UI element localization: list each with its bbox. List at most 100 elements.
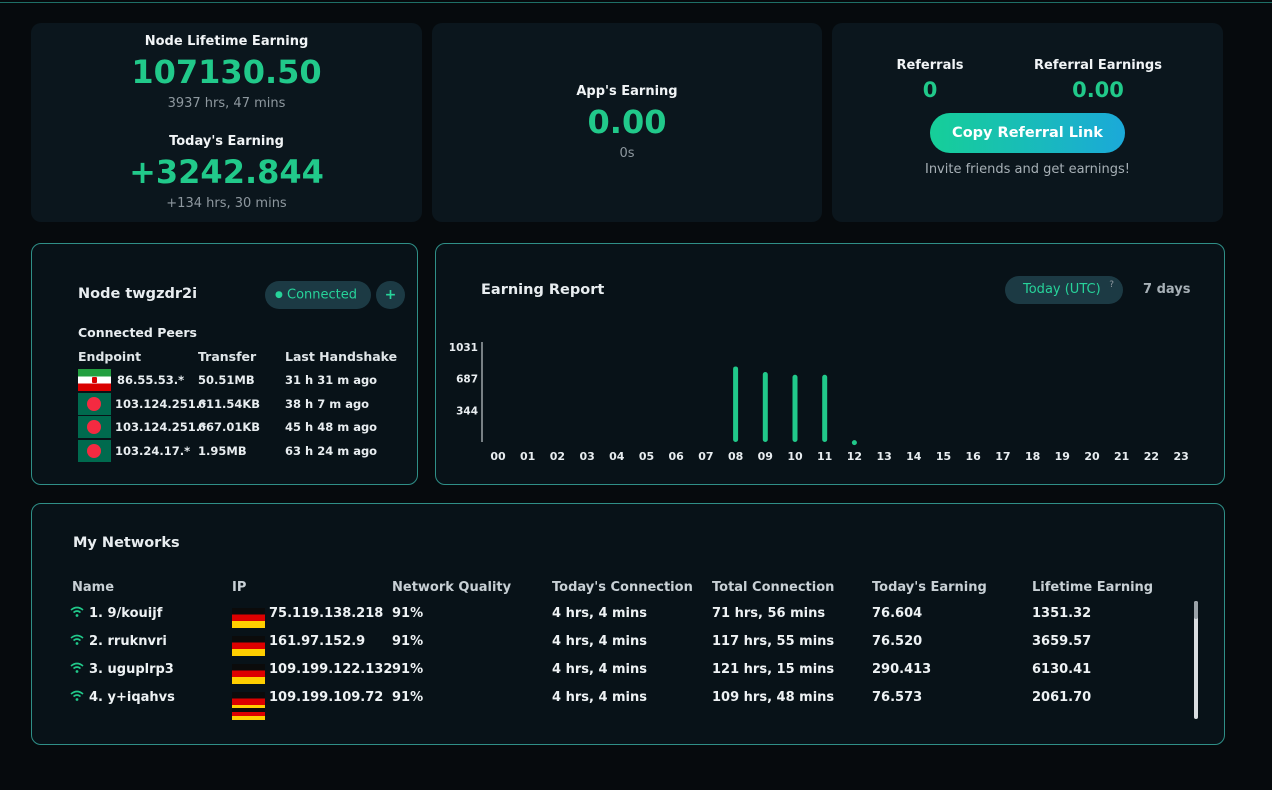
column-ip: IP <box>232 580 247 595</box>
x-tick-label: 16 <box>966 450 982 463</box>
scrollbar-thumb[interactable] <box>1194 601 1198 619</box>
todays-connection: 4 hrs, 4 mins <box>552 662 648 677</box>
germany-flag-icon <box>232 608 265 628</box>
germany-flag-icon <box>232 664 265 684</box>
peer-row: 86.55.53.* 50.51MB 31 h 31 m ago <box>78 369 408 391</box>
x-tick-label: 06 <box>669 450 685 463</box>
earning-bar-chart: 1031 687 344 00 01 02 03 04 05 06 07 08 09 10 11 12 13 1… <box>449 342 1189 463</box>
x-tick-label: 01 <box>520 450 535 463</box>
peer-transfer: 50.51MB <box>198 373 255 387</box>
status-text: Connected <box>287 287 358 303</box>
bangladesh-flag-icon <box>78 393 111 415</box>
table-row[interactable]: 3. uguplrp3 109.199.122.132 91% 4 hrs, 4 mi… <box>32 662 1182 686</box>
referral-earnings-value: 0.00 <box>1072 78 1124 102</box>
todays-earning: 290.413 <box>872 662 932 677</box>
todays-connection: 4 hrs, 4 mins <box>552 606 648 621</box>
x-tick-label: 03 <box>579 450 594 463</box>
earnings-summary-card: Node Lifetime Earning 107130.50 3937 hrs… <box>31 23 422 222</box>
x-tick-label: 17 <box>995 450 1010 463</box>
today-earning-value: +3242.844 <box>129 153 324 191</box>
wifi-icon <box>70 634 84 649</box>
chart-bar[interactable] <box>822 374 828 442</box>
top-divider <box>0 0 1272 3</box>
wifi-icon <box>70 662 84 677</box>
peer-handshake: 45 h 48 m ago <box>285 420 378 434</box>
app-earning-label: App's Earning <box>576 84 678 99</box>
chart-bar[interactable] <box>762 371 768 442</box>
total-connection: 109 hrs, 48 mins <box>712 690 835 705</box>
network-name: 2. rruknvri <box>89 634 167 649</box>
lifetime-time: 3937 hrs, 47 mins <box>167 96 286 111</box>
bangladesh-flag-icon <box>78 440 111 462</box>
peer-endpoint: 103.124.251.* <box>115 420 207 434</box>
peer-endpoint: 103.24.17.* <box>115 444 191 458</box>
column-total-connection: Total Connection <box>712 580 835 595</box>
x-tick-label: 13 <box>876 450 891 463</box>
total-connection: 121 hrs, 15 mins <box>712 662 835 677</box>
todays-earning: 76.520 <box>872 634 923 649</box>
chart-bar[interactable] <box>851 440 857 446</box>
lifetime-earning-label: Node Lifetime Earning <box>144 34 309 49</box>
network-ip: 109.199.122.132 <box>269 662 393 677</box>
app-earning-value: 0.00 <box>587 103 667 141</box>
app-earning-card: App's Earning 0.00 0s <box>432 23 822 222</box>
table-row[interactable]: 4. y+iqahvs 109.199.109.72 91% 4 hrs, 4 min… <box>32 690 1182 714</box>
x-tick-label: 04 <box>609 450 625 463</box>
app-earning-time: 0s <box>619 146 635 161</box>
lifetime-earning: 3659.57 <box>1032 634 1092 649</box>
y-tick-label: 1031 <box>449 342 478 354</box>
wifi-icon <box>70 606 84 621</box>
earning-report-card: Earning Report Today (UTC) ? 7 days 1031… <box>435 243 1225 485</box>
peer-handshake: 63 h 24 m ago <box>285 444 378 458</box>
node-title: Node twgzdr2i <box>78 286 198 302</box>
referrals-value: 0 <box>922 78 938 102</box>
chart-bar[interactable] <box>733 366 739 442</box>
x-tick-label: 14 <box>906 450 922 463</box>
network-quality: 91% <box>392 662 424 677</box>
x-tick-label: 20 <box>1084 450 1100 463</box>
bangladesh-flag-icon <box>78 416 111 438</box>
network-name: 3. uguplrp3 <box>89 662 174 677</box>
peer-transfer: 611.54KB <box>198 397 261 411</box>
x-tick-label: 11 <box>817 450 832 463</box>
peer-endpoint: 86.55.53.* <box>117 373 185 387</box>
x-tick-label: 19 <box>1055 450 1070 463</box>
table-row[interactable]: 1. 9/kouijf 75.119.138.218 91% 4 hrs, 4 min… <box>32 606 1182 630</box>
network-name: 1. 9/kouijf <box>89 606 163 621</box>
x-tick-label: 18 <box>1025 450 1040 463</box>
referral-card: Referrals 0 Referral Earnings 0.00 Copy … <box>832 23 1223 222</box>
y-tick-label: 344 <box>456 405 478 417</box>
todays-connection: 4 hrs, 4 mins <box>552 634 648 649</box>
x-tick-label: 00 <box>490 450 506 463</box>
my-networks-card: My Networks Name IP Network Quality Toda… <box>31 503 1225 745</box>
peer-row: 103.24.17.* 1.95MB 63 h 24 m ago <box>78 440 408 462</box>
connection-status-badge: ● Connected <box>265 281 371 309</box>
network-quality: 91% <box>392 634 424 649</box>
node-card: Node twgzdr2i ● Connected + Connected Pe… <box>31 243 418 485</box>
germany-flag-icon <box>232 708 265 720</box>
lifetime-earning: 6130.41 <box>1032 662 1092 677</box>
column-lifetime-earning: Lifetime Earning <box>1032 580 1154 595</box>
copy-referral-link-button[interactable]: Copy Referral Link <box>930 113 1125 153</box>
wifi-icon <box>70 690 84 705</box>
todays-earning: 76.573 <box>872 690 923 705</box>
germany-flag-icon <box>232 636 265 656</box>
networks-title: My Networks <box>73 535 180 551</box>
peer-endpoint: 103.124.251.* <box>115 397 207 411</box>
plus-icon[interactable]: + <box>376 281 405 309</box>
table-row[interactable]: 2. rruknvri 161.97.152.9 91% 4 hrs, 4 mins 1… <box>32 634 1182 658</box>
chart-bar[interactable] <box>792 374 798 442</box>
x-tick-label: 23 <box>1173 450 1188 463</box>
x-tick-label: 15 <box>936 450 951 463</box>
lifetime-earning: 1351.32 <box>1032 606 1092 621</box>
column-todays-earning: Today's Earning <box>872 580 987 595</box>
network-quality: 91% <box>392 690 424 705</box>
x-tick-label: 08 <box>728 450 743 463</box>
network-quality: 91% <box>392 606 424 621</box>
network-name: 4. y+iqahvs <box>89 690 175 705</box>
x-tick-label: 09 <box>758 450 773 463</box>
invite-text: Invite friends and get earnings! <box>924 162 1130 177</box>
status-dot-icon: ● <box>275 290 283 300</box>
peer-handshake: 38 h 7 m ago <box>285 397 370 411</box>
x-tick-label: 21 <box>1114 450 1129 463</box>
